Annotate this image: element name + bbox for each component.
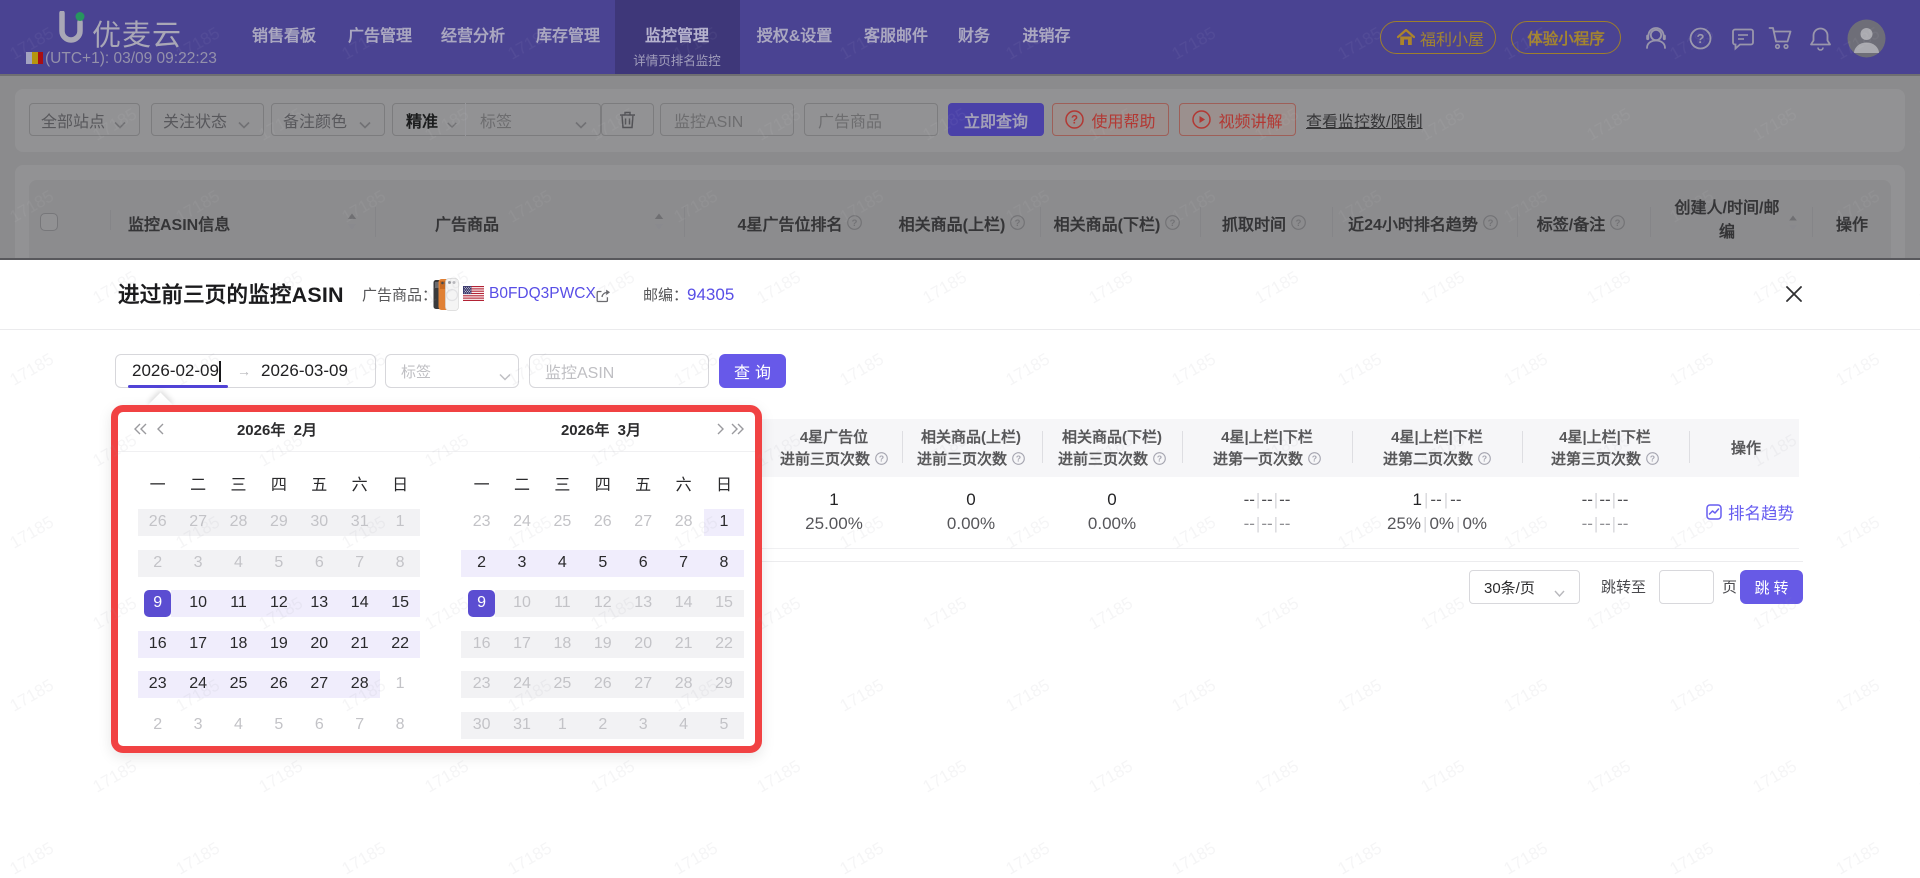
svg-text:?: ? (1697, 31, 1705, 46)
svg-text:?: ? (1488, 218, 1494, 229)
svg-text:?: ? (1650, 453, 1655, 463)
svg-text:?: ? (1482, 453, 1487, 463)
svg-text:?: ? (1615, 218, 1621, 229)
svg-text:?: ? (1170, 218, 1176, 229)
svg-text:?: ? (1296, 218, 1302, 229)
svg-text:?: ? (1071, 115, 1078, 127)
svg-text:?: ? (1312, 453, 1317, 463)
